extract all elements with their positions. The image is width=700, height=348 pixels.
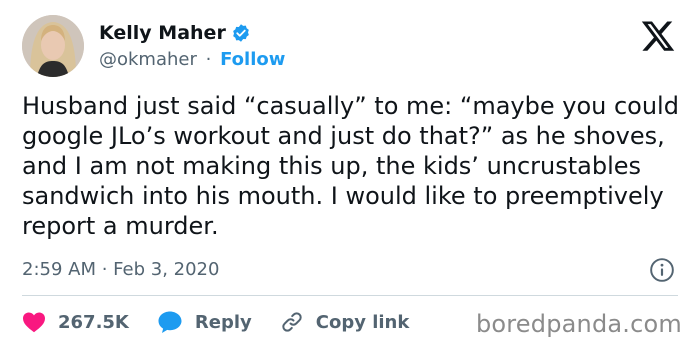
separator-dot: · bbox=[205, 49, 212, 70]
watermark: boredpanda.com bbox=[475, 310, 682, 338]
reply-button[interactable]: Reply bbox=[157, 310, 252, 334]
divider bbox=[22, 295, 678, 296]
copy-link-label: Copy link bbox=[315, 311, 410, 333]
speech-bubble-icon bbox=[158, 311, 182, 333]
info-icon[interactable] bbox=[649, 257, 675, 283]
avatar-photo bbox=[22, 15, 84, 77]
like-button[interactable]: 267.5K bbox=[22, 311, 129, 333]
copy-link-button[interactable]: Copy link bbox=[280, 310, 410, 334]
link-icon bbox=[282, 312, 302, 332]
author-name-row: Kelly Maher bbox=[99, 22, 251, 44]
avatar[interactable] bbox=[22, 15, 84, 77]
tweet-timestamp[interactable]: 2:59 AM · Feb 3, 2020 bbox=[22, 259, 219, 280]
author-handle-row: @okmaher · Follow bbox=[99, 49, 285, 70]
action-bar: 267.5K Reply Copy link bbox=[22, 305, 437, 339]
author-handle[interactable]: @okmaher bbox=[99, 49, 197, 70]
follow-button[interactable]: Follow bbox=[220, 49, 285, 70]
like-count: 267.5K bbox=[58, 311, 129, 333]
heart-icon bbox=[23, 312, 45, 333]
tweet-text: Husband just said “casually” to me: “may… bbox=[22, 92, 679, 240]
verified-badge-icon bbox=[232, 24, 249, 42]
x-logo-icon[interactable] bbox=[640, 18, 676, 54]
author-name[interactable]: Kelly Maher bbox=[99, 22, 226, 44]
reply-label: Reply bbox=[194, 311, 252, 333]
